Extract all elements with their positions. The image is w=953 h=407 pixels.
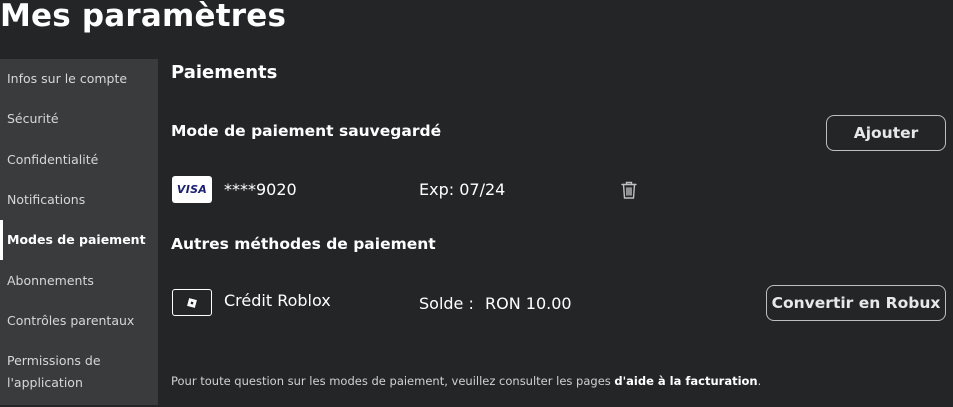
other-methods-heading: Autres méthodes de paiement — [171, 235, 436, 253]
roblox-credit-label: Crédit Roblox — [224, 291, 331, 310]
sidebar-item-security[interactable]: Sécurité — [0, 111, 158, 126]
saved-payment-heading: Mode de paiement sauvegardé — [171, 122, 442, 140]
balance-label: Solde : — [419, 294, 474, 313]
visa-card-icon: VISA — [172, 176, 212, 203]
card-expiry: Exp: 07/24 — [419, 180, 506, 199]
sidebar-item-privacy[interactable]: Confidentialité — [0, 152, 158, 167]
sidebar-item-label: Permissions de — [7, 353, 101, 368]
page-title: Mes paramètres — [0, 0, 287, 34]
convert-robux-button[interactable]: Convertir en Robux — [766, 285, 946, 321]
footer-suffix: . — [757, 374, 762, 388]
footer-text: Pour toute question sur les modes de pai… — [171, 374, 615, 388]
roblox-icon — [172, 289, 212, 316]
sidebar-item-app-permissions[interactable]: Permissions de l'application — [0, 350, 158, 394]
sidebar-item-subscriptions[interactable]: Abonnements — [0, 273, 158, 288]
sidebar-item-account-info[interactable]: Infos sur le compte — [0, 71, 158, 86]
balance-value: RON 10.00 — [485, 294, 572, 313]
sidebar-item-parental-controls[interactable]: Contrôles parentaux — [0, 313, 158, 328]
billing-help-link[interactable]: d'aide à la facturation — [614, 374, 757, 388]
sidebar-item-payment-methods[interactable]: Modes de paiement — [0, 220, 158, 260]
sidebar-item-notifications[interactable]: Notifications — [0, 192, 158, 207]
sidebar-item-label: l'application — [7, 375, 83, 390]
settings-sidebar: Infos sur le compte Sécurité Confidentia… — [0, 59, 158, 405]
section-title: Paiements — [171, 62, 278, 83]
trash-icon[interactable] — [620, 180, 638, 200]
billing-help-footer: Pour toute question sur les modes de pai… — [171, 374, 761, 388]
card-number: ****9020 — [224, 180, 297, 199]
add-payment-button[interactable]: Ajouter — [826, 115, 946, 151]
